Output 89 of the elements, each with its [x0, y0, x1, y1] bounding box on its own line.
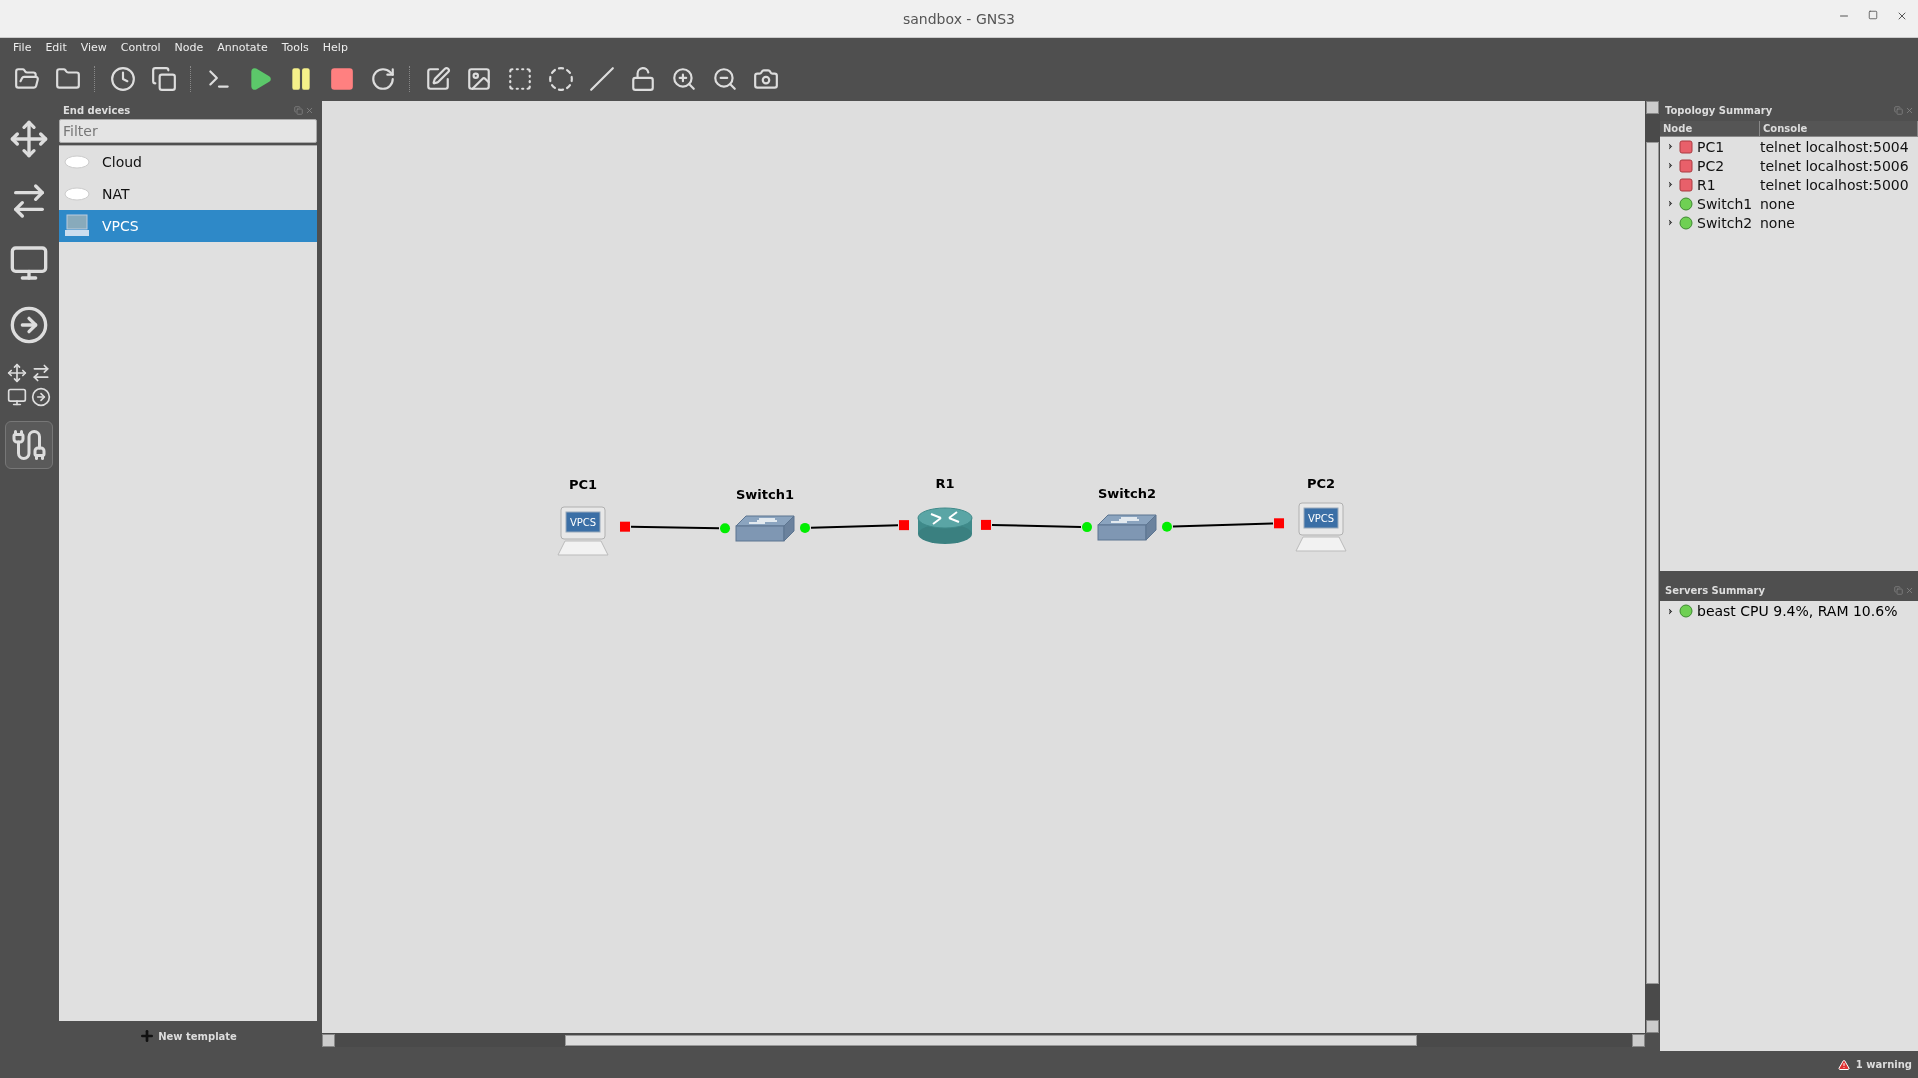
menu-item[interactable]: Help	[315, 41, 355, 54]
vpcs-text: VPCS	[569, 517, 597, 528]
line-icon	[589, 66, 615, 92]
computer-drawing[interactable]	[557, 506, 609, 556]
menu-item[interactable]: Control	[113, 41, 168, 54]
expand-icon[interactable]	[1666, 142, 1675, 151]
cable-icon	[11, 427, 47, 463]
clock-icon	[110, 66, 136, 92]
edit-icon	[425, 66, 451, 92]
vpcs-text: VPCS	[1307, 513, 1335, 524]
node-label: PC2	[1306, 476, 1336, 491]
node-label: PC1	[568, 477, 598, 492]
stop-icon	[329, 66, 355, 92]
clock-button[interactable]	[108, 64, 138, 94]
folder-icon	[55, 66, 81, 92]
open-folder-icon	[14, 66, 40, 92]
ellipse-icon	[548, 66, 574, 92]
copy-icon	[151, 66, 177, 92]
reload-icon	[370, 66, 396, 92]
device-item[interactable]: NAT	[59, 178, 317, 210]
arrows-icon	[31, 363, 51, 383]
computer-icon	[64, 214, 90, 238]
node-name: Switch2	[1697, 214, 1753, 231]
router-drawing[interactable]	[917, 507, 973, 544]
link-line[interactable]	[991, 524, 1082, 528]
all-devices-button[interactable]	[7, 363, 51, 407]
new-template-button[interactable]: New template	[133, 1021, 243, 1051]
column-header[interactable]: Node	[1660, 121, 1760, 136]
panel-title: Topology Summary	[1665, 104, 1773, 116]
node-name: PC1	[1697, 138, 1725, 155]
filter-field[interactable]: Filter	[59, 119, 317, 143]
node-name: PC2	[1697, 157, 1725, 174]
cloud-icon	[64, 155, 90, 169]
device-item[interactable]: Cloud	[59, 146, 317, 178]
warning-icon	[1837, 1058, 1850, 1071]
unlock-icon	[630, 66, 656, 92]
menu-item[interactable]: Annotate	[210, 41, 275, 54]
console-address: none	[1760, 195, 1796, 212]
plus-icon	[139, 1028, 156, 1044]
node-name: Switch1	[1697, 195, 1753, 212]
ellipse-button[interactable]	[546, 64, 576, 94]
warning-count[interactable]: 1 warning	[1855, 1059, 1912, 1070]
camera-icon	[753, 66, 779, 92]
expand-icon[interactable]	[1666, 218, 1675, 227]
line-button[interactable]	[587, 64, 617, 94]
monitor-icon	[9, 243, 49, 283]
console-address: telnet localhost:5004	[1760, 138, 1910, 155]
switch-drawing[interactable]	[735, 515, 795, 542]
maximize-icon[interactable]	[1868, 10, 1878, 20]
image-icon	[466, 66, 492, 92]
window-title: sandbox - GNS3	[903, 10, 1015, 27]
horizontal-scrollbar[interactable]	[322, 1033, 1645, 1047]
computer-drawing[interactable]	[1295, 502, 1347, 552]
console-address: telnet localhost:5006	[1760, 157, 1910, 174]
node-label: Switch1	[735, 487, 795, 502]
console-address: telnet localhost:5000	[1760, 176, 1910, 193]
zoom-out-icon	[712, 66, 738, 92]
column-header[interactable]: Console	[1760, 121, 1918, 136]
move-arrows-icon	[9, 119, 49, 159]
expand-icon[interactable]	[1666, 180, 1675, 189]
zoom-in-icon	[671, 66, 697, 92]
node-label: Switch2	[1097, 486, 1157, 501]
device-item[interactable]: VPCS	[59, 210, 317, 242]
expand-icon[interactable]	[1666, 606, 1675, 616]
vertical-scrollbar[interactable]	[1645, 101, 1660, 1033]
cloud-icon	[64, 187, 90, 201]
panel-title: Servers Summary	[1665, 584, 1765, 596]
close-icon[interactable]	[1896, 10, 1908, 22]
menu-item[interactable]: File	[6, 41, 39, 54]
menu-item[interactable]: Tools	[274, 41, 316, 54]
node-name: R1	[1697, 176, 1716, 193]
move-arrows-icon	[7, 363, 27, 383]
switch-drawing[interactable]	[1097, 514, 1157, 541]
rectangle-icon	[507, 66, 533, 92]
link-line[interactable]	[1172, 522, 1274, 528]
monitor-icon	[7, 387, 27, 407]
console-address: none	[1760, 214, 1796, 231]
menu-item[interactable]: Edit	[38, 41, 74, 54]
copy-button[interactable]	[149, 64, 179, 94]
add-link-button[interactable]	[5, 421, 53, 469]
node-label: R1	[935, 476, 955, 491]
menu-item[interactable]: View	[73, 41, 114, 54]
expand-icon[interactable]	[1666, 199, 1675, 208]
link-line[interactable]	[630, 525, 720, 530]
menu-item[interactable]: Node	[167, 41, 211, 54]
server-status: beast CPU 9.4%, RAM 10.6%	[1697, 603, 1898, 619]
panel-title: End devices	[63, 104, 131, 116]
link-line[interactable]	[810, 524, 899, 529]
expand-icon[interactable]	[1666, 161, 1675, 170]
